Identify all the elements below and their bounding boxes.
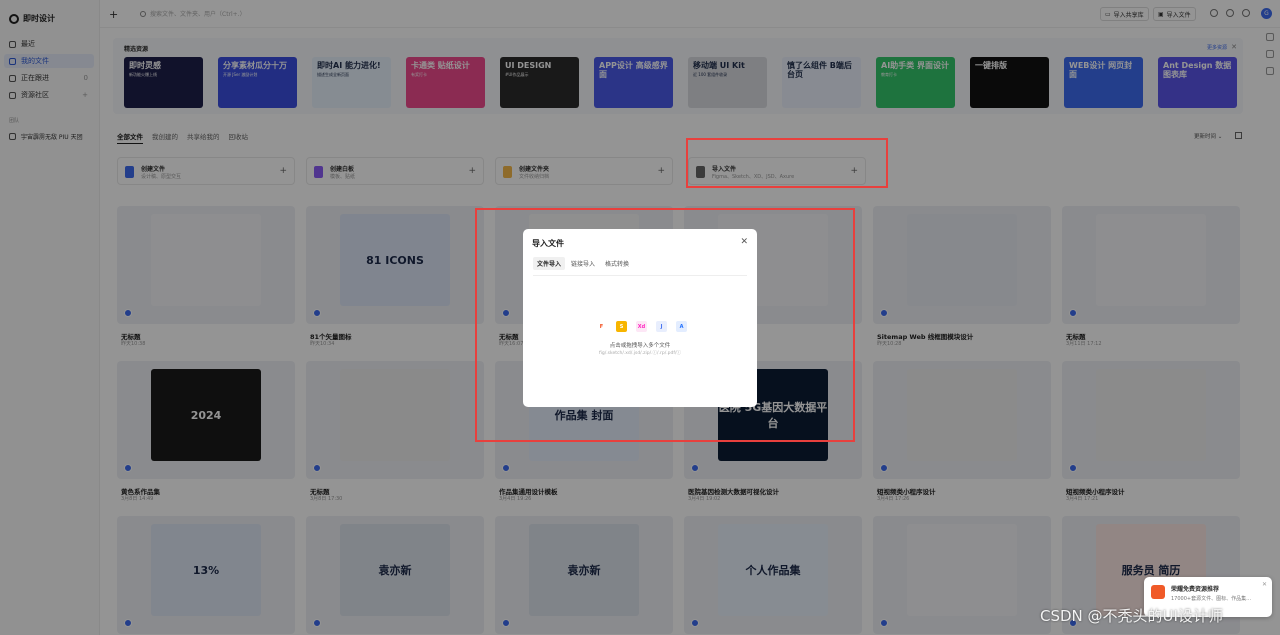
tab-link-import[interactable]: 链接导入	[567, 257, 599, 270]
dialog-tabs: 文件导入 链接导入 格式转换	[533, 257, 633, 270]
tab-file-import[interactable]: 文件导入	[533, 257, 566, 270]
close-icon[interactable]: ✕	[740, 237, 748, 247]
import-dialog: 导入文件 ✕ 文件导入 链接导入 格式转换 F S Xd J A 点击或拖拽导入…	[523, 229, 757, 407]
jsd-icon: J	[656, 321, 667, 332]
close-icon[interactable]: ✕	[1262, 581, 1267, 588]
sketch-icon: S	[616, 321, 627, 332]
dialog-title: 导入文件	[532, 239, 564, 248]
axure-icon: A	[676, 321, 687, 332]
figma-icon: F	[596, 321, 607, 332]
watermark: CSDN @不秃头的UI设计师	[1040, 607, 1223, 625]
notification-title: 荣耀免费资源推荐	[1171, 586, 1220, 593]
gift-icon	[1151, 585, 1165, 599]
notification-text: 17000+套源文件、图标、作品集…	[1171, 596, 1252, 602]
xd-icon: Xd	[636, 321, 647, 332]
file-type-icons: F S Xd J A	[596, 321, 687, 332]
tab-format-convert[interactable]: 格式转换	[601, 257, 633, 270]
divider	[533, 275, 747, 276]
supported-formats: fig/.sketch/.xd/.jsd/.zip/.ⓘ/.rp/.pdf/ⓘ	[599, 351, 681, 356]
drop-zone-label[interactable]: 点击或拖拽导入多个文件	[523, 341, 757, 349]
